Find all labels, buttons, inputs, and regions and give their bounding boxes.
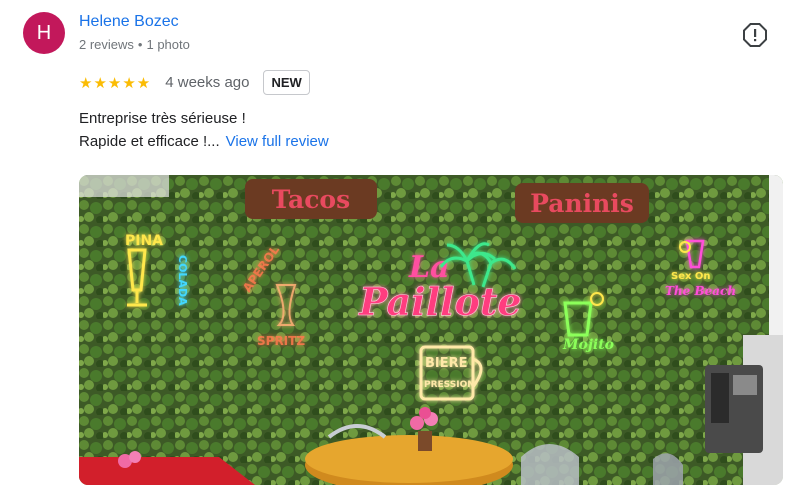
review-time: 4 weeks ago (165, 74, 250, 91)
mojito-neon-text: Mojito (562, 337, 614, 353)
review-count: 2 reviews (79, 37, 134, 52)
photo-count: 1 photo (146, 37, 190, 52)
view-full-review-link[interactable]: View full review (226, 133, 329, 150)
meta-separator: • (137, 37, 143, 52)
avatar-initial: H (36, 21, 52, 44)
rating-row: ★★★★★ 4 weeks ago NEW (79, 69, 310, 96)
spritz-neon-text: SPRITZ (257, 334, 305, 348)
review-text: Entreprise très sérieuse ! Rapide et eff… (79, 107, 329, 153)
review-line-1: Entreprise très sérieuse ! (79, 110, 246, 127)
reviewer-meta: 2 reviews • 1 photo (79, 37, 190, 52)
wooden-table (305, 435, 513, 485)
reviewer-name[interactable]: Helene Bozec (79, 13, 179, 31)
new-badge: NEW (263, 70, 310, 95)
tacos-sign-text: Tacos (272, 185, 350, 214)
avatar[interactable]: H (23, 12, 65, 54)
report-icon[interactable] (742, 22, 768, 48)
review-card: H Helene Bozec 2 reviews • 1 photo ★★★★★ 4… (0, 0, 800, 490)
tacos-sign: Tacos (245, 179, 377, 219)
colada-neon-text: COLADA (176, 255, 189, 306)
review-photo[interactable]: Tacos Paninis PINA COLADA APEROL SPRITZ (79, 175, 783, 485)
review-line-2: Rapide et efficace !... View full review (79, 130, 329, 153)
pina-neon-text: PINA (125, 233, 163, 249)
pression-neon-text: PRESSION (424, 380, 475, 390)
the-beach-neon-text: The Beach (665, 284, 736, 298)
review-line-2-text: Rapide et efficace !... (79, 133, 220, 150)
photo-illustration: Tacos Paninis PINA COLADA APEROL SPRITZ (79, 175, 783, 485)
biere-neon-text: BIERE (425, 356, 468, 371)
star-rating-icon: ★★★★★ (79, 74, 152, 92)
paninis-sign-text: Paninis (530, 189, 634, 218)
ceiling-light (79, 175, 169, 197)
sex-on-neon-text: Sex On (671, 271, 711, 282)
paninis-sign: Paninis (515, 183, 649, 223)
neon-paillote-text: Paillote (358, 279, 522, 324)
